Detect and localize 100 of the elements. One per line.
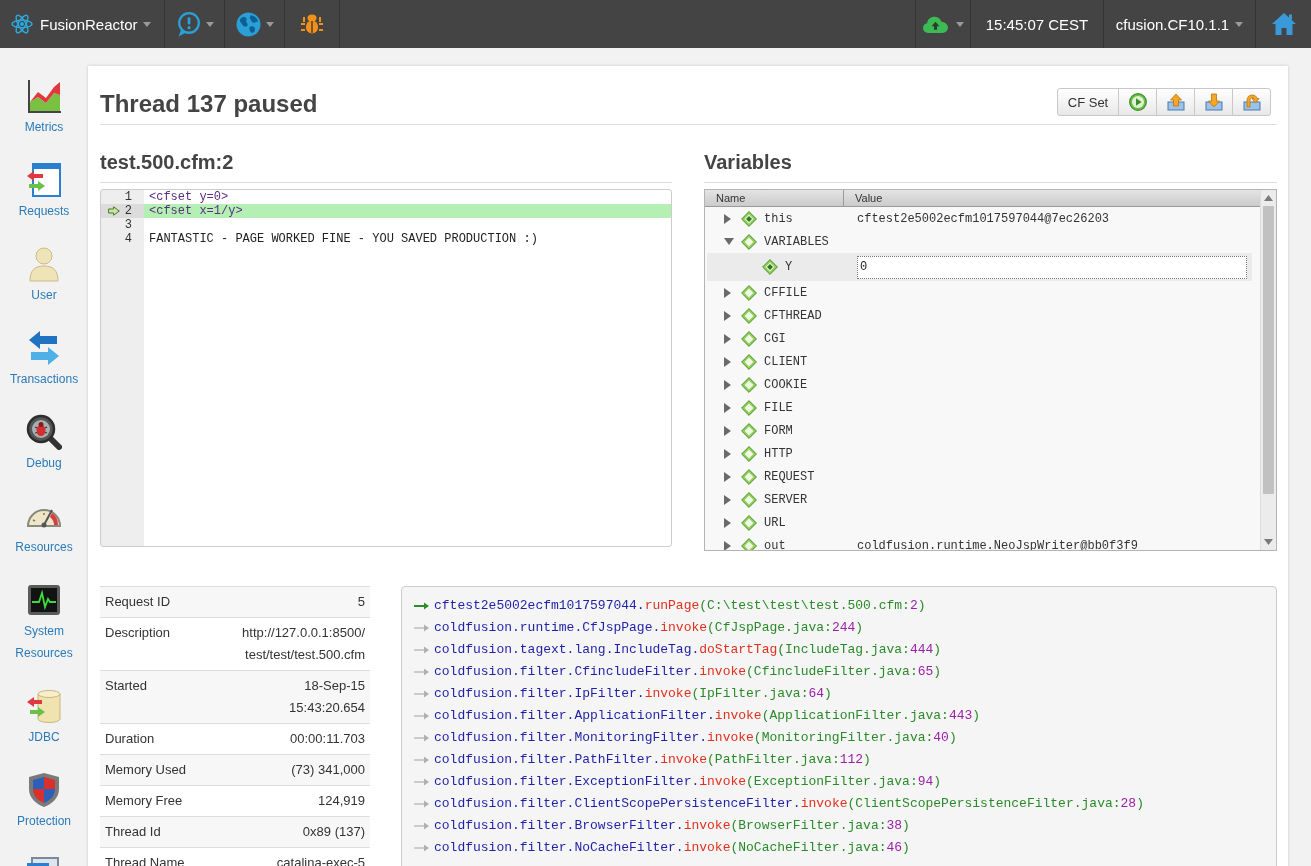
triangle-right-icon[interactable] xyxy=(724,448,731,459)
variable-name: FORM xyxy=(764,423,793,438)
variable-name: CFTHREAD xyxy=(764,308,822,323)
tree-row[interactable]: CLIENT xyxy=(707,350,1252,373)
diamond-icon xyxy=(741,233,757,250)
triangle-right-icon[interactable] xyxy=(724,494,731,505)
section-heading: Variables xyxy=(704,147,1277,183)
sidebar-item[interactable]: Resources xyxy=(0,480,88,564)
stack-frame[interactable]: coldfusion.filter.ClientScopePersistenceFilter.invoke(ClientScopePersistenceFilter.java:28) xyxy=(434,793,1144,815)
diamond-icon xyxy=(741,445,757,462)
triangle-right-icon[interactable] xyxy=(724,333,731,344)
line-number: 3 xyxy=(124,218,132,232)
toolbar-button[interactable] xyxy=(1156,88,1195,116)
triangle-right-icon[interactable] xyxy=(724,310,731,321)
scrollbar-thumb[interactable] xyxy=(1263,206,1274,494)
diamond-icon xyxy=(741,468,757,485)
tree-row[interactable]: CGI xyxy=(707,327,1252,350)
stack-frame[interactable]: coldfusion.filter.ExceptionFilter.invoke(ExceptionFilter.java:94) xyxy=(434,771,942,793)
stack-frame[interactable]: coldfusion.filter.IpFilter.invoke(IpFilter.java:64) xyxy=(434,683,832,705)
line-chart-icon xyxy=(26,78,62,114)
home-icon xyxy=(1271,13,1296,35)
info-label: Duration xyxy=(100,723,210,755)
tree-row[interactable]: URL xyxy=(707,511,1252,534)
column-header[interactable]: Value xyxy=(844,190,1260,206)
triangle-down-icon[interactable] xyxy=(724,238,734,245)
info-value: 18-Sep-15 15:43:20.654 xyxy=(209,670,370,724)
diamond-icon xyxy=(741,399,757,416)
code-line: <cfset y=0> xyxy=(148,190,230,204)
stack-frame[interactable]: coldfusion.filter.NoCacheFilter.invoke(NoCacheFilter.java:46) xyxy=(434,837,910,859)
diamond-icon xyxy=(741,491,757,508)
tree-row[interactable]: SERVER xyxy=(707,488,1252,511)
variable-name: VARIABLES xyxy=(764,234,829,249)
tree-row[interactable]: Y 0 xyxy=(707,253,1252,281)
stack-frame[interactable]: coldfusion.filter.CfincludeFilter.invoke(CfincludeFilter.java:65) xyxy=(434,661,942,683)
triangle-right-icon[interactable] xyxy=(724,517,731,528)
triangle-right-icon[interactable] xyxy=(724,287,731,298)
triangle-right-icon[interactable] xyxy=(724,402,731,413)
tree-row[interactable]: REQUEST xyxy=(707,465,1252,488)
stack-frame[interactable]: coldfusion.runtime.CfJspPage.invoke(CfJspPage.java:244) xyxy=(434,617,864,639)
value-input[interactable]: 0 xyxy=(857,255,1247,279)
stack-frame[interactable]: coldfusion.filter.ApplicationFilter.invoke(ApplicationFilter.java:443) xyxy=(434,705,981,727)
stack-frame[interactable]: coldfusion.filter.BrowserFilter.invoke(BrowserFilter.java:38) xyxy=(434,815,910,837)
sidebar-item[interactable]: Metrics xyxy=(0,60,88,144)
stack-frame[interactable]: coldfusion.tagext.lang.IncludeTag.doStartTag(IncludeTag.java:444) xyxy=(434,639,942,661)
variable-name: out xyxy=(764,538,786,550)
tree-row[interactable]: CFFILE xyxy=(707,281,1252,304)
info-label: Description xyxy=(100,617,210,671)
sidebar-item[interactable]: Transactions xyxy=(0,312,88,396)
atom-icon xyxy=(11,13,33,35)
diamond-icon xyxy=(741,307,757,324)
cloud-upload-icon xyxy=(922,15,948,33)
tree-row[interactable]: HTTP xyxy=(707,442,1252,465)
variable-name: FILE xyxy=(764,400,793,415)
sidebar-item[interactable]: JDBC xyxy=(0,670,88,754)
scroll-up-icon[interactable] xyxy=(1264,195,1273,201)
info-value: 5 xyxy=(209,586,370,618)
triangle-right-icon[interactable] xyxy=(724,540,731,550)
diamond-dot-icon xyxy=(762,259,778,275)
tree-row[interactable]: FILE xyxy=(707,396,1252,419)
triangle-right-icon[interactable] xyxy=(724,425,731,436)
line-number: 1 xyxy=(124,190,132,204)
toolbar-button[interactable] xyxy=(1194,88,1233,116)
variable-name: CGI xyxy=(764,331,786,346)
stack-frame[interactable]: coldfusion.filter.MonitoringFilter.invoke(MonitoringFilter.java:40) xyxy=(434,727,957,749)
variable-name: CFFILE xyxy=(764,285,808,300)
variable-name: HTTP xyxy=(764,446,793,461)
triangle-right-icon[interactable] xyxy=(724,471,731,482)
stack-frame[interactable]: cftest2e5002ecfm1017597044.runPage(C:\test\test\test.500.cfm:2) xyxy=(434,595,926,617)
diamond-icon xyxy=(741,353,757,370)
variable-name: COOKIE xyxy=(764,377,808,392)
up-arrow-icon xyxy=(1166,93,1185,111)
info-value: http://127.0.0.1:8500/ test/test/test.500.cfm xyxy=(209,617,370,671)
variable-name: REQUEST xyxy=(764,469,815,484)
toolbar-button[interactable] xyxy=(1232,88,1271,116)
diamond-icon xyxy=(741,537,757,550)
code-line: FANTASTIC - PAGE WORKED FINE - YOU SAVED PRODUCTION :) xyxy=(148,232,539,246)
tree-row[interactable]: FORM xyxy=(707,419,1252,442)
sidebar-item[interactable]: User xyxy=(0,228,88,312)
toolbar-button[interactable] xyxy=(1118,88,1157,116)
tree-row[interactable]: VARIABLES xyxy=(707,230,1252,253)
stack-frame[interactable]: coldfusion.filter.PathFilter.invoke(PathFilter.java:112) xyxy=(434,749,871,771)
sidebar-item[interactable]: Debug xyxy=(0,396,88,480)
tree-row[interactable]: COOKIE xyxy=(707,373,1252,396)
sidebar-item[interactable]: Requests xyxy=(0,144,88,228)
tree-row[interactable]: this cftest2e5002ecfm1017597044@7ec26203 xyxy=(707,207,1252,230)
sidebar-item[interactable]: Protection xyxy=(0,754,88,838)
triangle-right-icon[interactable] xyxy=(724,356,731,367)
window-arrows-icon xyxy=(26,162,62,198)
user-icon xyxy=(26,246,62,282)
info-label: Request ID xyxy=(100,586,210,618)
scrollbar[interactable] xyxy=(1260,190,1276,550)
column-header[interactable]: Name xyxy=(705,190,844,206)
triangle-right-icon[interactable] xyxy=(724,379,731,390)
magnifier-bug-icon xyxy=(26,414,62,450)
line-number: 2 xyxy=(124,204,132,218)
triangle-right-icon[interactable] xyxy=(724,213,731,224)
cf-set-button[interactable]: CF Set xyxy=(1057,88,1119,116)
tree-row[interactable]: CFTHREAD xyxy=(707,304,1252,327)
sidebar-item[interactable]: System Resources xyxy=(0,564,88,670)
scroll-down-icon[interactable] xyxy=(1264,539,1273,545)
